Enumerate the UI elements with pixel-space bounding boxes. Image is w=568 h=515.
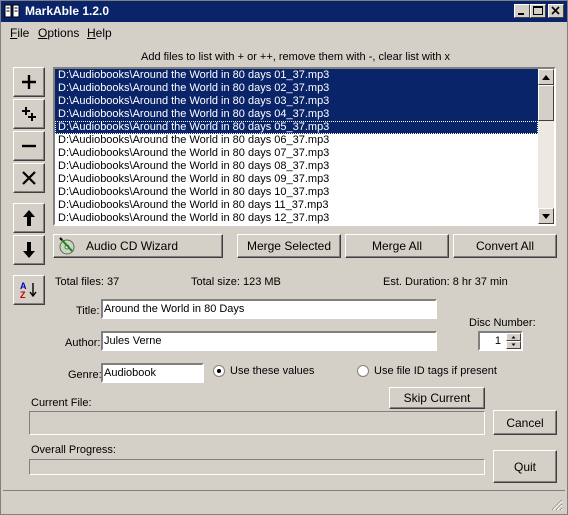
- cancel-button[interactable]: Cancel: [493, 410, 557, 435]
- file-list-item[interactable]: D:\Audiobooks\Around the World in 80 day…: [55, 82, 538, 95]
- close-window-button[interactable]: [548, 4, 564, 18]
- audio-cd-wizard-button[interactable]: Audio CD Wizard: [53, 234, 223, 258]
- plus-icon: [22, 75, 36, 89]
- close-icon: [551, 6, 560, 15]
- total-size-text: Total size: 123 MB: [191, 276, 281, 288]
- add-file-button[interactable]: [13, 67, 45, 97]
- file-list-item[interactable]: D:\Audiobooks\Around the World in 80 day…: [55, 186, 538, 199]
- file-list-item[interactable]: D:\Audiobooks\Around the World in 80 day…: [55, 69, 538, 82]
- file-list-item[interactable]: D:\Audiobooks\Around the World in 80 day…: [55, 134, 538, 147]
- title-bar[interactable]: MarkAble 1.2.0: [1, 1, 567, 22]
- use-values-label[interactable]: Use these values: [230, 365, 314, 377]
- file-list-item[interactable]: D:\Audiobooks\Around the World in 80 day…: [55, 121, 538, 134]
- file-list-item[interactable]: D:\Audiobooks\Around the World in 80 day…: [55, 147, 538, 160]
- file-list-item[interactable]: D:\Audiobooks\Around the World in 80 day…: [55, 95, 538, 108]
- disc-number-label: Disc Number:: [469, 317, 536, 329]
- total-files-text: Total files: 37: [55, 276, 120, 288]
- maximize-icon: [533, 6, 543, 15]
- overall-progress-bar: [29, 459, 485, 475]
- minus-icon: [22, 144, 36, 148]
- minimize-button[interactable]: [514, 4, 530, 18]
- use-tags-radio[interactable]: [357, 365, 369, 377]
- file-list-item[interactable]: D:\Audiobooks\Around the World in 80 day…: [55, 199, 538, 212]
- minimize-icon: [518, 13, 524, 15]
- menu-options[interactable]: Options: [38, 26, 79, 40]
- x-icon: [22, 171, 36, 185]
- file-list-item[interactable]: D:\Audiobooks\Around the World in 80 day…: [55, 173, 538, 186]
- title-label: Title:: [76, 305, 100, 317]
- menu-file[interactable]: File: [10, 26, 29, 40]
- merge-all-button[interactable]: Merge All: [345, 234, 449, 258]
- use-values-radio[interactable]: [213, 365, 225, 377]
- cd-wand-icon: [59, 237, 75, 255]
- disc-up-button[interactable]: [506, 333, 521, 341]
- arrow-down-icon: [23, 242, 35, 258]
- arrow-up-icon: [23, 210, 35, 226]
- duration-text: Est. Duration: 8 hr 37 min: [383, 276, 508, 288]
- svg-text:Z: Z: [20, 290, 26, 300]
- file-list-item[interactable]: D:\Audiobooks\Around the World in 80 day…: [55, 108, 538, 121]
- scroll-up-icon: [542, 74, 550, 80]
- move-up-button[interactable]: [13, 203, 45, 233]
- book-icon: [4, 4, 20, 18]
- current-file-progress: [29, 411, 485, 435]
- use-tags-label[interactable]: Use file ID tags if present: [374, 365, 497, 377]
- markable-window: MarkAble 1.2.0 File Options Help Add fil…: [0, 0, 568, 515]
- sort-button[interactable]: A Z: [13, 275, 45, 305]
- scroll-thumb[interactable]: [538, 85, 554, 121]
- sort-az-icon: A Z: [20, 281, 37, 300]
- genre-label: Genre:: [68, 369, 102, 381]
- resize-grip-icon[interactable]: [551, 499, 563, 511]
- remove-file-button[interactable]: [13, 131, 45, 161]
- status-bar: [3, 490, 565, 513]
- window-title: MarkAble 1.2.0: [25, 4, 110, 18]
- disc-down-button[interactable]: [506, 341, 521, 349]
- add-folder-button[interactable]: [13, 99, 45, 129]
- overall-progress-label: Overall Progress:: [31, 444, 116, 456]
- spin-up-icon: [511, 336, 516, 339]
- clear-list-button[interactable]: [13, 163, 45, 193]
- menu-help[interactable]: Help: [87, 26, 112, 40]
- scroll-down-icon: [542, 213, 550, 219]
- instruction-text: Add files to list with + or ++, remove t…: [141, 51, 451, 63]
- merge-selected-button[interactable]: Merge Selected: [237, 234, 341, 258]
- file-rows: D:\Audiobooks\Around the World in 80 day…: [55, 69, 538, 224]
- scroll-down-button[interactable]: [538, 208, 554, 224]
- move-down-button[interactable]: [13, 235, 45, 265]
- skip-current-button[interactable]: Skip Current: [389, 387, 485, 409]
- author-label: Author:: [65, 337, 101, 349]
- current-file-label: Current File:: [31, 397, 92, 409]
- disc-number-stepper[interactable]: 1: [478, 331, 523, 351]
- spin-down-icon: [511, 343, 516, 346]
- file-list-item[interactable]: D:\Audiobooks\Around the World in 80 day…: [55, 160, 538, 173]
- author-field[interactable]: Jules Verne: [101, 331, 437, 351]
- list-scrollbar[interactable]: [538, 69, 554, 224]
- double-plus-icon: [22, 107, 36, 121]
- audio-cd-wizard-label: Audio CD Wizard: [86, 239, 179, 253]
- convert-all-button[interactable]: Convert All: [453, 234, 557, 258]
- menu-bar: File Options Help: [1, 22, 567, 42]
- quit-button[interactable]: Quit: [493, 450, 557, 483]
- disc-number-value: 1: [494, 335, 501, 347]
- maximize-button[interactable]: [530, 4, 546, 18]
- file-list-item[interactable]: D:\Audiobooks\Around the World in 80 day…: [55, 212, 538, 224]
- title-field[interactable]: Around the World in 80 Days: [101, 299, 437, 319]
- genre-field[interactable]: Audiobook: [101, 363, 204, 383]
- scroll-up-button[interactable]: [538, 69, 554, 85]
- file-list[interactable]: D:\Audiobooks\Around the World in 80 day…: [53, 67, 556, 226]
